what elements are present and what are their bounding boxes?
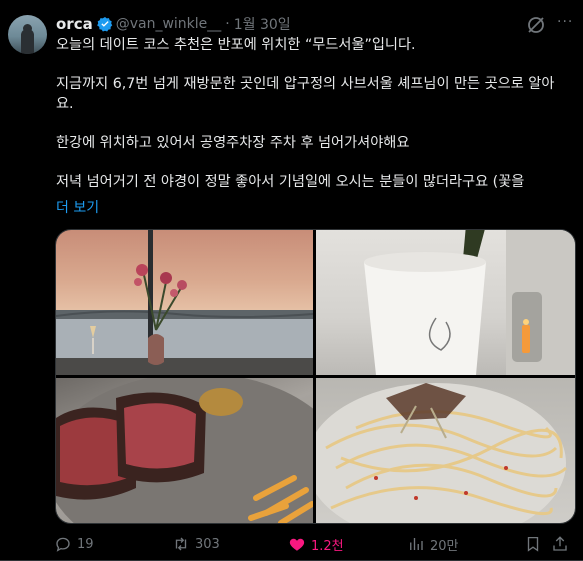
steak-and-fries-photo[interactable] xyxy=(56,378,313,523)
like-button[interactable]: 1.2천 xyxy=(288,533,344,555)
pasta-plate-illustration xyxy=(316,383,568,523)
views-button[interactable]: 20만 xyxy=(407,533,459,555)
media-grid xyxy=(55,229,576,524)
reply-icon xyxy=(56,537,70,552)
tweet-text: 오늘의 데이트 코스 추천은 반포에 위치한 “무드서울”입니다. 지금까지 6… xyxy=(56,36,571,192)
show-more-link[interactable]: 더 보기 xyxy=(56,197,99,217)
share-icon xyxy=(553,536,567,551)
bookmark-button[interactable] xyxy=(524,533,547,555)
wine-bucket-illustration xyxy=(364,230,575,375)
bookmark-icon xyxy=(527,536,539,552)
retweet-count: 303 xyxy=(195,536,220,552)
author-handle[interactable]: @van_winkle__ xyxy=(116,16,222,32)
tweet-paragraph-4: 저녁 넘어거기 전 야경이 정말 좋아서 기념일에 오시는 분들이 많더라구요 … xyxy=(56,173,525,190)
verified-badge-icon[interactable] xyxy=(96,16,113,32)
separator-dot: · xyxy=(225,16,230,32)
views-chart-icon xyxy=(410,538,423,550)
grok-icon[interactable] xyxy=(526,15,546,35)
share-button[interactable] xyxy=(551,533,574,555)
author-name[interactable]: orca xyxy=(56,15,93,33)
pasta-photo[interactable] xyxy=(316,378,575,523)
retweet-button[interactable]: 303 xyxy=(172,533,220,555)
heart-icon xyxy=(289,538,305,551)
like-count: 1.2천 xyxy=(311,538,344,554)
view-count: 20만 xyxy=(430,538,459,554)
wine-bucket-photo[interactable] xyxy=(316,230,575,375)
avatar[interactable] xyxy=(8,15,47,54)
sunset-river-view-photo[interactable] xyxy=(56,230,313,375)
avatar-figure-shape xyxy=(21,29,34,54)
retweet-icon xyxy=(175,537,187,551)
tweet-date[interactable]: 1월 30일 xyxy=(234,14,291,34)
steak-plate-illustration xyxy=(56,378,313,523)
tweet-paragraph-3: 한강에 위치하고 있어서 공영주차장 주차 후 넘어가셔야해요 xyxy=(56,134,410,151)
tweet-paragraph-1: 오늘의 데이트 코스 추천은 반포에 위치한 “무드서울”입니다. xyxy=(56,37,416,53)
sunset-scene-illustration xyxy=(56,230,313,375)
more-options-icon[interactable]: ··· xyxy=(557,12,577,32)
reply-count: 19 xyxy=(77,536,94,552)
tweet-header: orca @van_winkle__ · 1월 30일 xyxy=(56,14,291,34)
tweet-actions: 19 303 1.2천 20만 xyxy=(52,533,572,555)
tweet-paragraph-2: 지금까지 6,7번 넘게 재방문한 곳인데 압구정의 사브서울 셰프님이 만든 … xyxy=(56,76,555,112)
reply-button[interactable]: 19 xyxy=(54,533,94,555)
